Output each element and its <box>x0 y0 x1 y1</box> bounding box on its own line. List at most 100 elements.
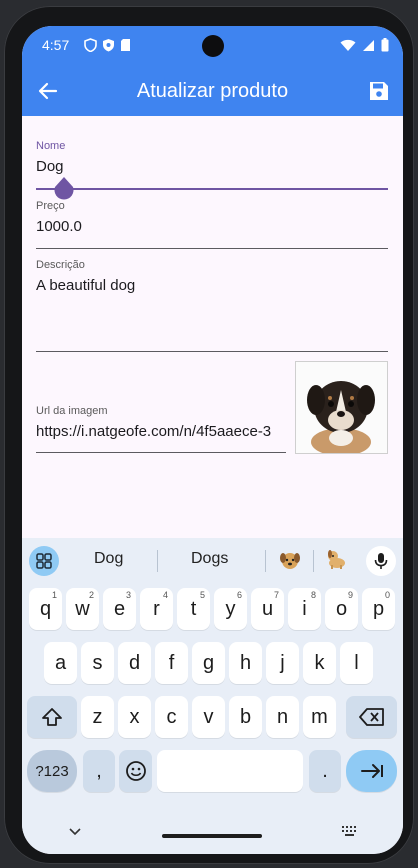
key-w-label: w <box>75 597 90 620</box>
space-key[interactable] <box>157 750 303 792</box>
key-p-label: p <box>372 597 385 620</box>
key-q-label: q <box>39 597 52 620</box>
key-z[interactable]: z <box>81 696 114 738</box>
puppy-image <box>307 381 375 456</box>
name-field[interactable]: Nome Dog <box>36 140 388 175</box>
key-o[interactable]: o9 <box>325 588 358 630</box>
key-e-hint: 3 <box>125 590 131 600</box>
page-title: Atualizar produto <box>136 80 289 102</box>
description-label: Descrição <box>36 259 85 271</box>
key-t-label: t <box>190 597 197 620</box>
key-j[interactable]: j <box>266 642 299 684</box>
price-underline <box>36 248 388 249</box>
key-r-label: r <box>153 597 160 620</box>
symbols-key[interactable]: ?123 <box>27 750 77 792</box>
key-o-hint: 9 <box>347 590 353 600</box>
key-p-hint: 0 <box>384 590 390 600</box>
key-s[interactable]: s <box>81 642 114 684</box>
key-c[interactable]: c <box>155 696 188 738</box>
key-i-hint: 8 <box>310 590 316 600</box>
price-label: Preço <box>36 200 65 212</box>
key-u[interactable]: u7 <box>251 588 284 630</box>
key-w[interactable]: w2 <box>66 588 99 630</box>
dog-face-emoji-icon[interactable] <box>279 549 301 571</box>
key-d[interactable]: d <box>118 642 151 684</box>
period-key[interactable]: . <box>309 750 341 792</box>
product-form: Nome Dog Preço 1000.0 Descrição A beauti… <box>22 116 403 538</box>
vpn-shield-icon <box>84 38 97 52</box>
key-m[interactable]: m <box>303 696 336 738</box>
shift-key[interactable] <box>27 696 77 738</box>
battery-icon <box>381 38 389 52</box>
key-e-label: e <box>113 597 126 620</box>
mic-icon[interactable] <box>366 546 396 576</box>
shift-icon <box>42 708 62 726</box>
backspace-icon <box>358 708 384 726</box>
key-o-label: o <box>335 597 348 620</box>
enter-next-key[interactable] <box>346 750 397 792</box>
key-f[interactable]: f <box>155 642 188 684</box>
key-p[interactable]: p0 <box>362 588 395 630</box>
key-t-hint: 5 <box>199 590 205 600</box>
key-r[interactable]: r4 <box>140 588 173 630</box>
suggestion-dog[interactable]: Dog <box>94 550 123 568</box>
key-i-label: i <box>302 597 307 620</box>
suggestion-bar: Dog Dogs <box>22 538 403 582</box>
name-value[interactable]: Dog <box>36 158 388 175</box>
key-t[interactable]: t5 <box>177 588 210 630</box>
name-label: Nome <box>36 140 66 152</box>
image-url-label: Url da imagem <box>36 405 108 417</box>
screen: 4:57 Atualizar produto Nome Dog Preço 10… <box>22 26 403 854</box>
navigation-bar <box>22 814 403 854</box>
key-u-hint: 7 <box>273 590 279 600</box>
key-q[interactable]: q1 <box>29 588 62 630</box>
dog-emoji-icon[interactable] <box>325 548 347 570</box>
security-shield-icon <box>103 39 114 52</box>
key-v[interactable]: v <box>192 696 225 738</box>
phone-frame: 4:57 Atualizar produto Nome Dog Preço 10… <box>4 6 414 864</box>
emoji-icon <box>125 761 146 781</box>
key-b[interactable]: b <box>229 696 262 738</box>
price-value[interactable]: 1000.0 <box>36 218 388 235</box>
key-e[interactable]: e3 <box>103 588 136 630</box>
image-url-underline <box>36 452 286 453</box>
key-y[interactable]: y6 <box>214 588 247 630</box>
description-value[interactable]: A beautiful dog <box>36 277 388 294</box>
key-h[interactable]: h <box>229 642 262 684</box>
key-x[interactable]: x <box>118 696 151 738</box>
key-i[interactable]: i8 <box>288 588 321 630</box>
backspace-key[interactable] <box>346 696 397 738</box>
save-icon[interactable] <box>367 79 391 103</box>
image-url-field[interactable]: Url da imagem https://i.natgeofe.com/n/4… <box>36 405 286 440</box>
hide-keyboard-chevron-icon[interactable] <box>69 828 81 836</box>
apps-grid-icon[interactable] <box>29 546 59 576</box>
status-icons-left <box>84 38 131 52</box>
soft-keyboard: Dog Dogs q1 w2 e3 r4 t5 y6 u7 i8 o9 p0 a… <box>22 538 403 854</box>
price-field[interactable]: Preço 1000.0 <box>36 200 388 235</box>
key-w-hint: 2 <box>88 590 94 600</box>
sd-card-icon <box>121 39 130 51</box>
key-n[interactable]: n <box>266 696 299 738</box>
app-bar: Atualizar produto <box>22 66 403 116</box>
status-time: 4:57 <box>42 37 70 53</box>
suggestion-dogs[interactable]: Dogs <box>191 550 228 568</box>
emoji-key[interactable] <box>119 750 152 792</box>
product-image <box>295 361 388 456</box>
home-handle[interactable] <box>162 834 262 838</box>
key-a[interactable]: a <box>44 642 77 684</box>
image-url-value[interactable]: https://i.natgeofe.com/n/4f5aaece-3 <box>36 423 286 440</box>
suggestion-divider <box>157 550 158 572</box>
front-camera <box>202 35 224 57</box>
comma-key[interactable]: , <box>83 750 115 792</box>
key-r-hint: 4 <box>162 590 168 600</box>
keyboard-switch-icon[interactable] <box>342 826 358 836</box>
key-k[interactable]: k <box>303 642 336 684</box>
description-underline <box>36 351 388 352</box>
key-u-label: u <box>261 597 274 620</box>
key-q-hint: 1 <box>51 590 57 600</box>
key-l[interactable]: l <box>340 642 373 684</box>
status-bar: 4:57 <box>22 26 403 66</box>
key-g[interactable]: g <box>192 642 225 684</box>
description-field[interactable]: Descrição A beautiful dog <box>36 259 388 294</box>
name-underline <box>36 188 388 190</box>
